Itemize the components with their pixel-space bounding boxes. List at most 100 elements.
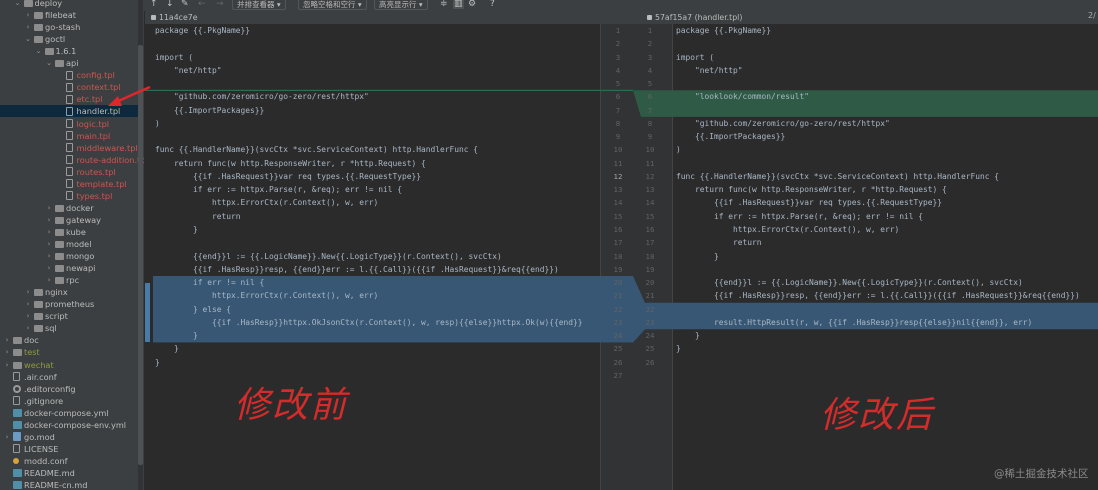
line-number: 9	[647, 132, 653, 142]
line-number: 19	[645, 264, 655, 274]
code-line: return	[676, 238, 762, 248]
line-number: 24	[645, 331, 655, 341]
line-number: 8	[615, 118, 621, 128]
code-line: {{end}}l := {{.LogicName}}.New{{.LogicTy…	[155, 251, 502, 261]
line-number: 11	[645, 158, 655, 168]
code-line: {{if .HasResp}}resp, {{end}}err := l.{{.…	[676, 291, 1080, 301]
code-line: result.HttpResult(r, w, {{if .HasResp}}r…	[676, 317, 1033, 327]
line-number: 1	[615, 26, 621, 35]
code-line: httpx.ErrorCtx(r.Context(), w, err)	[676, 224, 900, 234]
code-line: httpx.ErrorCtx(r.Context(), w, err)	[155, 198, 379, 208]
code-line: }	[676, 331, 700, 341]
code-line: {{if .HasResp}}resp, {{end}}err := l.{{.…	[155, 264, 559, 274]
code-line: if err != nil {	[155, 278, 265, 288]
after-annotation: 修改后	[820, 395, 935, 436]
red-arrow	[115, 85, 151, 104]
line-number: 16	[613, 224, 623, 234]
code-line: if err := httpx.Parse(r, &req); err != n…	[155, 185, 403, 195]
code-line: )	[676, 145, 681, 155]
code-line: {{.ImportPackages}}	[155, 105, 265, 115]
code-line: }	[155, 224, 198, 234]
line-number: 13	[613, 185, 623, 195]
line-number: 17	[613, 238, 623, 248]
line-number: 6	[615, 92, 621, 102]
line-number: 7	[647, 105, 653, 115]
code-line: return	[155, 211, 241, 221]
line-number: 19	[613, 264, 623, 274]
code-line: func {{.HandlerName}}(svcCtx *svc.Servic…	[155, 145, 479, 155]
before-annotation: 修改前	[234, 385, 349, 426]
line-number: 5	[615, 79, 621, 89]
line-number: 4	[615, 65, 621, 75]
code-line: {{end}}l := {{.LogicName}}.New{{.LogicTy…	[676, 278, 1023, 288]
line-number: 22	[613, 304, 623, 314]
line-number: 12	[613, 171, 623, 181]
line-number: 1	[647, 26, 653, 35]
line-number: 22	[645, 304, 655, 314]
code-line: "looklook/common/result"	[676, 92, 810, 102]
code-line: {{if .HasResp}}httpx.OkJsonCtx(r.Context…	[155, 317, 583, 327]
left-change-gutter-marker	[145, 283, 150, 342]
line-number: 13	[645, 185, 655, 195]
line-number: 6	[647, 92, 653, 102]
line-number: 5	[647, 79, 653, 89]
line-number: 9	[615, 132, 621, 142]
code-line: "net/http"	[676, 65, 743, 75]
line-number: 23	[645, 317, 655, 327]
line-number: 15	[613, 211, 623, 221]
code-line: import (	[676, 52, 715, 62]
code-line: func {{.HandlerName}}(svcCtx *svc.Servic…	[676, 171, 1000, 181]
code-line: package {{.PkgName}}	[676, 26, 772, 35]
right-line-numbers: 1 2 3 4 5 6 7 8 9 10 11 12 13 14 15 16 17 18 19 20 21 22 23 24 2…	[640, 24, 660, 369]
line-number: 25	[645, 344, 655, 354]
code-line: "net/http"	[155, 65, 222, 75]
code-line: )	[155, 118, 160, 128]
code-line: {{if .HasRequest}}var req types.{{.Reque…	[155, 171, 422, 181]
code-line: "github.com/zeromicro/go-zero/rest/httpx…	[155, 92, 369, 102]
code-line: }	[155, 357, 160, 367]
line-number: 16	[645, 224, 655, 234]
line-number: 15	[645, 211, 655, 221]
code-line: }	[676, 251, 719, 261]
code-line: httpx.ErrorCtx(r.Context(), w, err)	[155, 291, 379, 301]
code-line: } else {	[155, 304, 232, 314]
code-line: if err := httpx.Parse(r, &req); err != n…	[676, 211, 924, 221]
line-number: 3	[615, 52, 621, 62]
code-line: return func(w http.ResponseWriter, r *ht…	[676, 185, 947, 195]
line-number: 10	[613, 145, 623, 155]
code-line: {{.ImportPackages}}	[676, 132, 786, 142]
code-line: package {{.PkgName}}	[155, 26, 251, 35]
line-number: 8	[647, 118, 653, 128]
left-line-numbers: 1 2 3 4 5 6 7 8 9 10 11 12 13 14 15 16 17 18 19 20 21 22 23 24 2…	[608, 24, 628, 382]
code-line: import (	[155, 52, 194, 62]
line-number: 3	[647, 52, 653, 62]
line-number: 4	[647, 65, 653, 75]
line-number: 17	[645, 238, 655, 248]
watermark: @稀土掘金技术社区	[994, 468, 1089, 480]
code-line: {{if .HasRequest}}var req types.{{.Reque…	[676, 198, 943, 208]
line-number: 20	[645, 278, 655, 288]
line-number: 14	[613, 198, 623, 208]
line-number: 24	[613, 331, 623, 341]
code-line: return func(w http.ResponseWriter, r *ht…	[155, 158, 426, 168]
right-code: package {{.PkgName}} import ( "net/http" …	[676, 24, 1080, 369]
line-number: 11	[613, 158, 623, 168]
line-number: 21	[645, 291, 655, 301]
line-number: 26	[613, 357, 623, 367]
line-number: 18	[613, 251, 623, 261]
left-code: package {{.PkgName}} import ( "net/http" …	[155, 24, 583, 369]
line-number: 7	[615, 105, 621, 115]
line-number: 20	[613, 278, 623, 288]
line-number: 12	[645, 171, 655, 181]
red-arrow-head	[108, 96, 122, 106]
